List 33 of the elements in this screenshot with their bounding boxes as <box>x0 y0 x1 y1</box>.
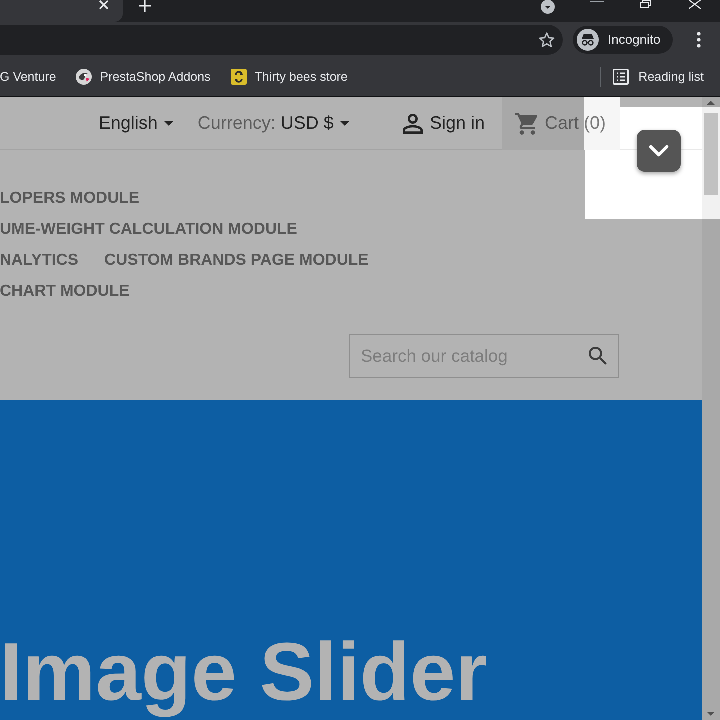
banner-title: Image Slider <box>0 632 488 720</box>
caret-icon <box>164 121 174 126</box>
caret-icon <box>340 121 350 126</box>
cart-icon <box>514 112 539 134</box>
new-tab-icon[interactable] <box>139 0 151 12</box>
cart-button[interactable]: Cart (0) <box>502 97 620 150</box>
scroll-down-icon[interactable] <box>707 712 715 716</box>
collapse-toggle-button[interactable] <box>637 130 681 172</box>
close-tab-icon[interactable] <box>99 0 109 10</box>
incognito-icon <box>577 28 599 50</box>
search-icon[interactable] <box>589 347 607 365</box>
bookmark-link[interactable]: Thirty bees store <box>230 64 348 90</box>
bookmark-link[interactable]: G Venture <box>0 64 56 90</box>
restore-icon[interactable] <box>640 0 651 8</box>
menu-icon[interactable] <box>697 32 701 48</box>
scrollbar-thumb[interactable] <box>704 113 718 195</box>
bookmark-link[interactable]: PrestaShop Addons <box>76 64 211 90</box>
bird-icon <box>76 68 92 84</box>
logo-tile-icon <box>230 68 247 84</box>
sign-in-link[interactable]: Sign in <box>402 113 485 134</box>
reading-list-button[interactable]: Reading list <box>612 68 704 84</box>
currency-dropdown[interactable]: Currency: USD $ <box>198 113 350 134</box>
minimize-icon[interactable] <box>590 1 604 3</box>
tab-search-icon[interactable] <box>541 0 555 14</box>
scroll-up-icon[interactable] <box>707 101 715 105</box>
star-icon[interactable] <box>539 32 555 48</box>
chevron-down-icon <box>649 145 669 157</box>
close-icon[interactable] <box>689 0 701 9</box>
person-icon <box>402 114 423 134</box>
incognito-profile-button[interactable]: Incognito <box>573 26 673 54</box>
scrollbar-track[interactable] <box>702 97 720 720</box>
list-icon <box>612 68 629 84</box>
language-dropdown[interactable]: English <box>98 113 174 134</box>
